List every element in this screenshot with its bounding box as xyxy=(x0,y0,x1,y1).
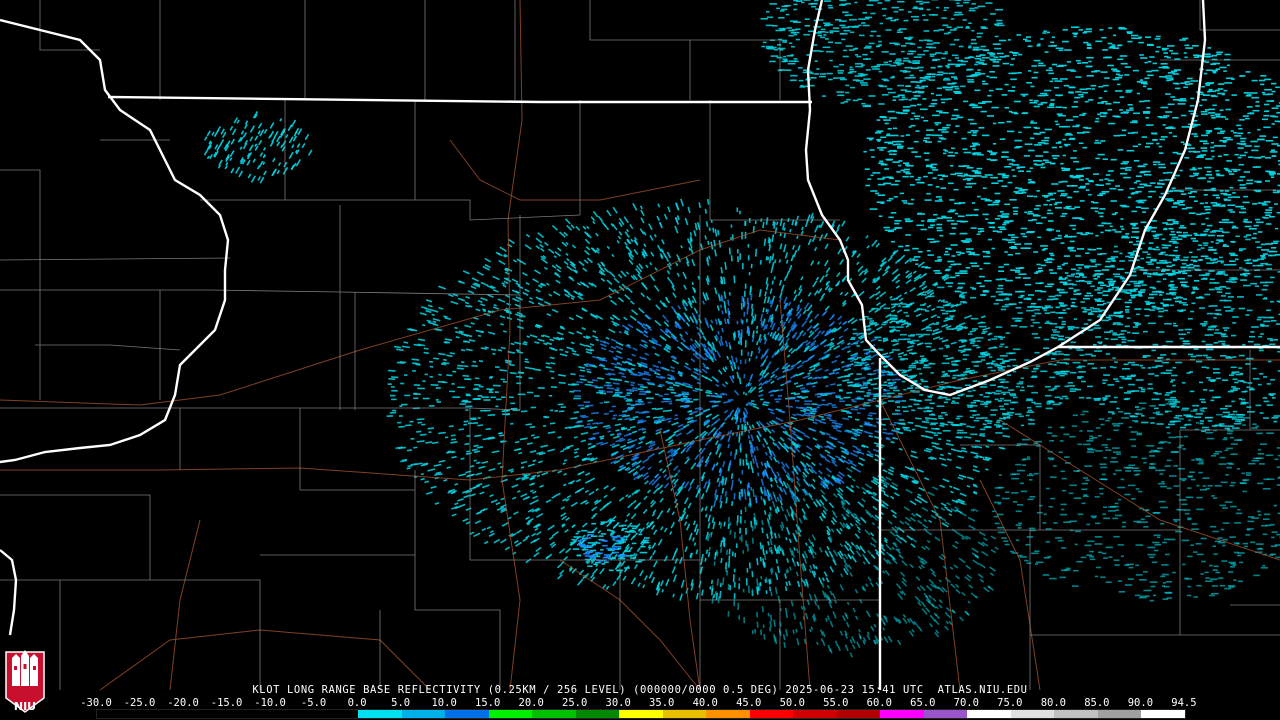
colorbar-segment xyxy=(401,710,446,718)
colorbar-segment xyxy=(706,710,750,718)
colorbar-segment xyxy=(97,710,141,718)
colorbar-segment xyxy=(140,710,185,718)
colorbar-segment xyxy=(488,710,533,718)
scale-label: 60.0 xyxy=(866,697,892,709)
colorbar-segment xyxy=(1097,710,1142,718)
colorbar-segment xyxy=(314,710,359,718)
scale-label: -5.0 xyxy=(300,697,327,709)
product-title: KLOT LONG RANGE BASE REFLECTIVITY (0.25K… xyxy=(252,684,1028,696)
scale-label: -25.0 xyxy=(123,697,156,709)
radar-map xyxy=(0,0,1280,720)
colorbar-segment xyxy=(967,710,1011,718)
colorbar-segment xyxy=(184,710,228,718)
colorbar-segment xyxy=(1010,710,1055,718)
radar-site xyxy=(736,394,748,406)
scale-label: 75.0 xyxy=(997,697,1023,709)
colorbar-segment xyxy=(923,710,968,718)
scale-label: 0.0 xyxy=(347,697,367,709)
scale-label: 25.0 xyxy=(562,697,588,709)
scale-label: 30.0 xyxy=(605,697,631,709)
reflectivity-colorbar xyxy=(96,709,1186,719)
scale-label: 65.0 xyxy=(910,697,936,709)
scale-label: 80.0 xyxy=(1040,697,1066,709)
colorbar-segment xyxy=(749,710,794,718)
scale-label: 15.0 xyxy=(474,697,501,709)
scale-label: -20.0 xyxy=(167,697,199,709)
colorbar-segment xyxy=(1141,710,1185,718)
scale-label: -15.0 xyxy=(210,697,243,709)
scale-label: 50.0 xyxy=(779,697,805,709)
scale-label: 5.0 xyxy=(391,697,411,709)
scale-label: -10.0 xyxy=(254,697,286,709)
colorbar-segment xyxy=(445,710,489,718)
scale-label: 10.0 xyxy=(431,697,457,709)
scale-label: 55.0 xyxy=(823,697,849,709)
colorbar-segment xyxy=(358,710,402,718)
scale-label: 40.0 xyxy=(692,697,718,709)
scale-label: 20.0 xyxy=(518,697,544,709)
colorbar-segment xyxy=(1054,710,1098,718)
colorbar-segment xyxy=(880,710,924,718)
niu-logo: NIU xyxy=(4,646,46,716)
logo-text: NIU xyxy=(13,700,37,713)
colorbar-segment xyxy=(836,710,881,718)
scale-label: -30.0 xyxy=(80,697,112,709)
scale-label: 35.0 xyxy=(649,697,675,709)
colorbar-segment xyxy=(227,710,272,718)
reflectivity-scale-labels: -30.0 -25.0 -20.0 -15.0 -10.0 -5.0 0.0 5.0 10.0 1… xyxy=(80,697,1196,709)
colorbar-segment xyxy=(619,710,663,718)
colorbar-segment xyxy=(575,710,620,718)
colorbar-segment xyxy=(793,710,837,718)
scale-label: 94.5 xyxy=(1171,697,1197,709)
colorbar-segment xyxy=(271,710,315,718)
scale-label: 85.0 xyxy=(1084,697,1110,709)
colorbar-segment xyxy=(662,710,707,718)
scale-label: 45.0 xyxy=(736,697,762,709)
scale-label: 90.0 xyxy=(1127,697,1154,709)
scale-label: 70.0 xyxy=(953,697,979,709)
colorbar-segment xyxy=(532,710,576,718)
